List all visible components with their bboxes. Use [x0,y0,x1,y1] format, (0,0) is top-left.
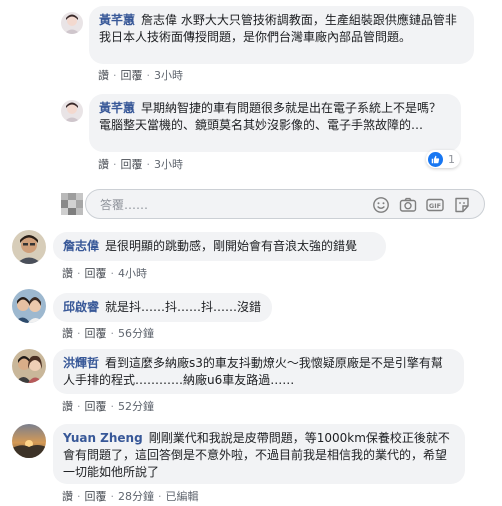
comment-author[interactable]: 黃芊蕙 [99,101,135,115]
comment-time[interactable]: 4小時 [118,267,147,280]
like-link[interactable]: 讚 [62,267,73,280]
reply-link[interactable]: 回覆 [85,490,107,503]
edited-label[interactable]: 已編輯 [166,490,199,503]
comment-bubble: 黃芊蕙 詹志偉 水野大大只管技術調教面，生產組裝跟供應鏈品管非我日本人技術面傳授問… [89,6,474,64]
reply-link[interactable]: 回覆 [121,69,143,82]
comment-actions: 讚 · 回覆 · 56分鐘 [62,325,154,341]
svg-text:GIF: GIF [429,202,441,210]
separator: · [146,158,151,171]
comment-time[interactable]: 56分鐘 [118,327,154,340]
comment-author[interactable]: 詹志偉 [63,239,99,253]
comment-author[interactable]: 邱啟睿 [63,300,99,314]
comment-actions: 讚 · 回覆 · 28分鐘 · 已編輯 [62,488,199,504]
comment-time[interactable]: 3小時 [154,69,183,82]
avatar[interactable] [12,424,46,458]
sticker-icon[interactable] [453,196,471,214]
comment-time[interactable]: 3小時 [154,158,183,171]
separator: · [113,158,117,171]
comment-bubble: 洪輝哲 看到這麼多納廠s3的車友抖動燎火～我懷疑原廠是不是引擎有幫人手排的程式……… [53,349,464,394]
comment-bubble: 邱啟睿 就是抖……抖……抖……沒錯 [53,293,272,322]
reply-link[interactable]: 回覆 [121,158,143,171]
like-link[interactable]: 讚 [62,400,73,413]
comment-bubble: 黃芊蕙 早期納智捷的車有問題很多就是出在電子系統上不是嗎？電腦整天當機的、鏡頭莫名… [89,94,461,152]
reaction-count[interactable]: 1 [426,150,460,168]
comment-actions: 讚 · 回覆 · 3小時 [98,67,183,83]
separator: · [110,267,115,280]
separator: · [158,490,162,503]
separator: · [77,400,81,413]
comment-bubble: 詹志偉 是很明顯的跳動感，剛開始會有音浪太強的錯覺 [53,232,386,261]
avatar[interactable] [61,100,83,122]
comment-text: 就是抖……抖……抖……沒錯 [105,300,262,314]
comment-actions: 讚 · 回覆 · 4小時 [62,265,147,281]
separator: · [77,490,81,503]
separator: · [113,69,117,82]
comment-text: 早期納智捷的車有問題很多就是出在電子系統上不是嗎？電腦整天當機的、鏡頭莫名其妙沒… [99,101,442,132]
comment-actions: 讚 · 回覆 · 3小時 [98,156,183,172]
reply-link[interactable]: 回覆 [85,400,107,413]
comment-author[interactable]: Yuan Zheng [63,431,143,445]
separator: · [110,490,115,503]
like-link[interactable]: 讚 [98,158,109,171]
comment-actions: 讚 · 回覆 · 52分鐘 [62,398,154,414]
comment-time[interactable]: 52分鐘 [118,400,154,413]
comment-bubble: Yuan Zheng 剛剛業代和我說是皮帶問題，等1000km保養校正後就不會有問… [53,424,465,484]
separator: · [77,267,81,280]
separator: · [110,400,115,413]
like-link[interactable]: 讚 [62,327,73,340]
camera-icon[interactable] [399,196,417,214]
comment-text: 看到這麼多納廠s3的車友抖動燎火～我懷疑原廠是不是引擎有幫人手排的程式…………納… [63,356,443,387]
reply-box: GIF [85,189,485,219]
comment-text: 詹志偉 水野大大只管技術調教面，生產組裝跟供應鏈品管非我日本人技術面傳授問題，是… [99,13,457,44]
separator: · [146,69,151,82]
like-icon [428,151,443,167]
current-user-avatar [61,193,83,215]
avatar[interactable] [12,230,46,264]
separator: · [77,327,81,340]
reply-link[interactable]: 回覆 [85,267,107,280]
like-link[interactable]: 讚 [62,490,73,503]
gif-icon[interactable]: GIF [426,196,444,214]
comment-author[interactable]: 黃芊蕙 [99,13,135,27]
reaction-number: 1 [448,152,455,166]
avatar[interactable] [12,349,46,383]
comment-author[interactable]: 洪輝哲 [63,356,99,370]
comment-text: 是很明顯的跳動感，剛開始會有音浪太強的錯覺 [105,239,358,253]
reply-input[interactable] [98,195,292,215]
smiley-icon[interactable] [372,196,390,214]
like-link[interactable]: 讚 [98,69,109,82]
separator: · [110,327,115,340]
avatar[interactable] [12,289,46,323]
reply-link[interactable]: 回覆 [85,327,107,340]
avatar[interactable] [61,12,83,34]
comment-time[interactable]: 28分鐘 [118,490,154,503]
